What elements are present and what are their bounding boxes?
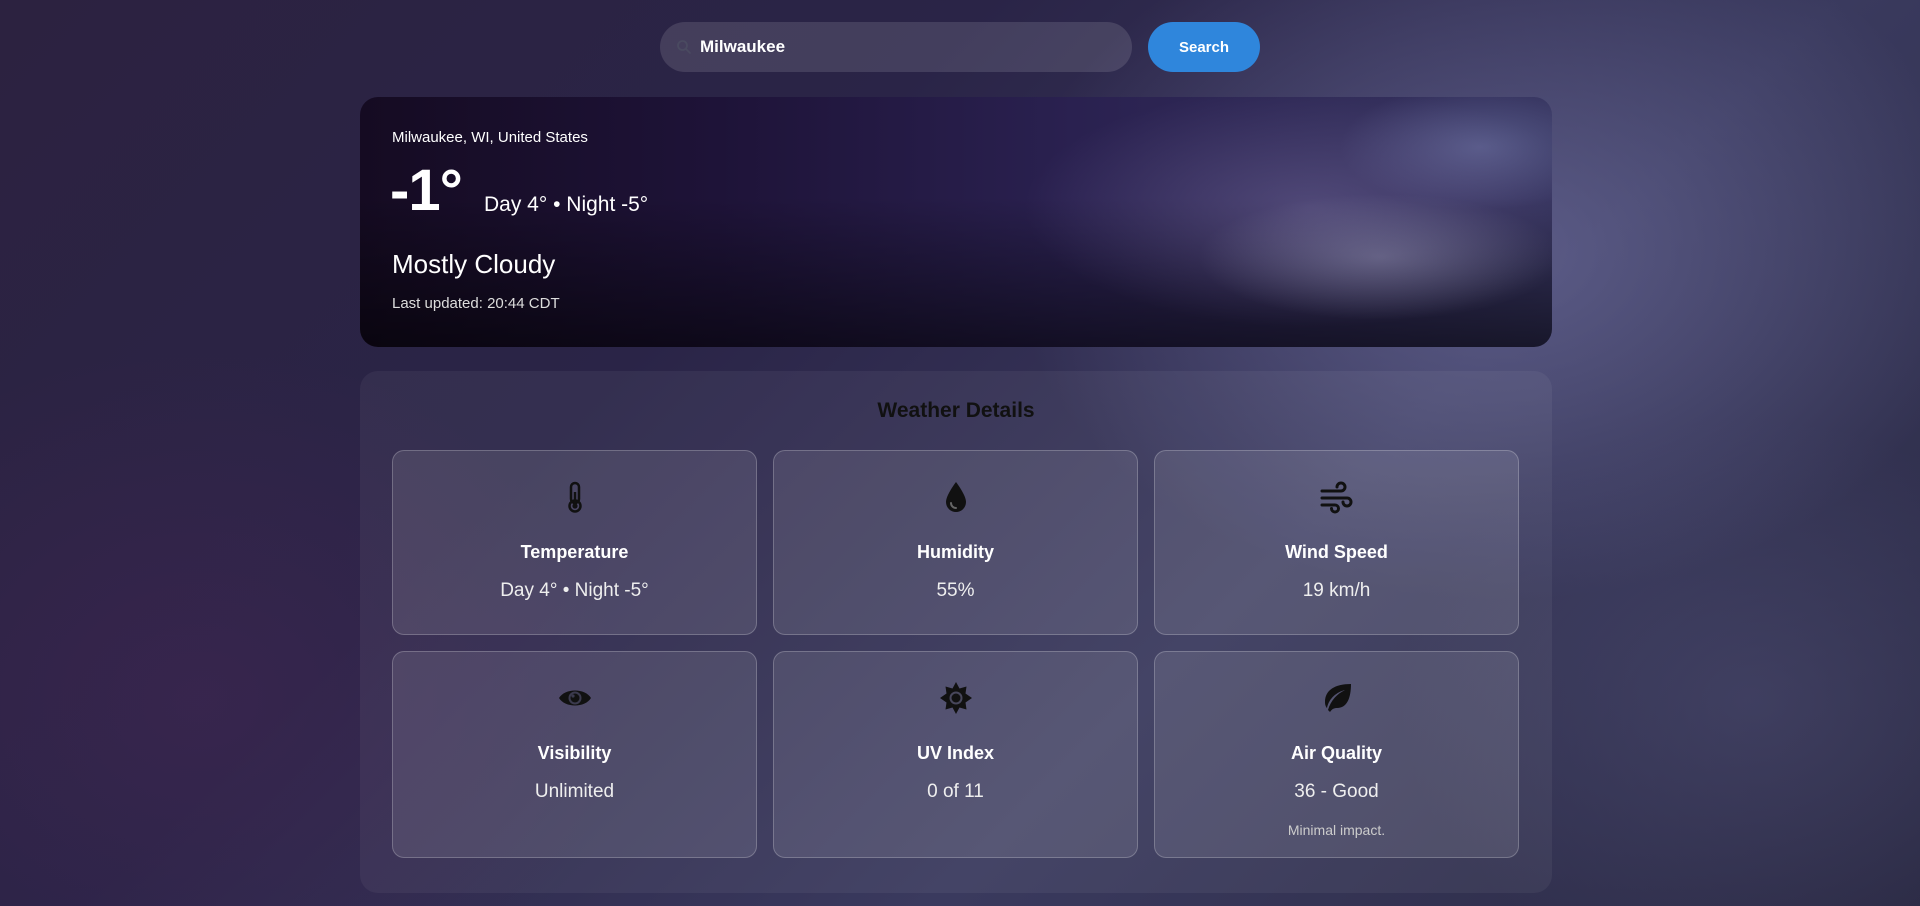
search-icon	[676, 39, 692, 55]
location-label: Milwaukee, WI, United States	[392, 129, 588, 146]
card-label: Visibility	[537, 743, 612, 763]
humidity-card: Humidity 55%	[773, 450, 1138, 635]
temperature-card: Temperature Day 4° • Night -5°	[392, 450, 757, 635]
wind-icon	[1319, 479, 1355, 520]
card-value: 55%	[936, 580, 975, 601]
search-bar[interactable]	[660, 22, 1132, 72]
card-label: UV Index	[916, 743, 995, 763]
day-night-range: Day 4° • Night -5°	[484, 193, 649, 216]
card-label: Temperature	[520, 542, 629, 562]
card-label: Wind Speed	[1285, 542, 1388, 562]
search-input[interactable]	[700, 37, 1100, 57]
card-label: Air Quality	[1290, 743, 1383, 763]
current-temperature: -1°	[390, 158, 463, 223]
droplet-icon	[938, 479, 974, 520]
uv-index-card: UV Index 0 of 11	[773, 651, 1138, 858]
details-title: Weather Details	[877, 399, 1035, 422]
card-value: Day 4° • Night -5°	[500, 580, 649, 601]
weather-condition: Mostly Cloudy	[392, 249, 556, 279]
card-value: 0 of 11	[927, 781, 984, 802]
card-value: Unlimited	[534, 781, 615, 802]
search-button[interactable]: Search	[1148, 22, 1260, 72]
card-value: 36 - Good	[1294, 781, 1379, 802]
card-value: 19 km/h	[1302, 580, 1371, 601]
weather-details-panel: Weather Details Temperature Day 4° • Nig…	[360, 371, 1552, 893]
sun-icon	[938, 680, 974, 721]
last-updated: Last updated: 20:44 CDT	[392, 295, 560, 312]
wind-speed-card: Wind Speed 19 km/h	[1154, 450, 1519, 635]
current-weather-card: Milwaukee, WI, United States -1° Day 4° …	[360, 97, 1552, 347]
card-label: Humidity	[916, 542, 994, 562]
thermometer-icon	[557, 479, 593, 520]
leaf-icon	[1319, 680, 1355, 721]
visibility-card: Visibility Unlimited	[392, 651, 757, 858]
card-note: Minimal impact.	[1287, 822, 1386, 838]
eye-icon	[557, 680, 593, 721]
air-quality-card: Air Quality 36 - Good Minimal impact.	[1154, 651, 1519, 858]
